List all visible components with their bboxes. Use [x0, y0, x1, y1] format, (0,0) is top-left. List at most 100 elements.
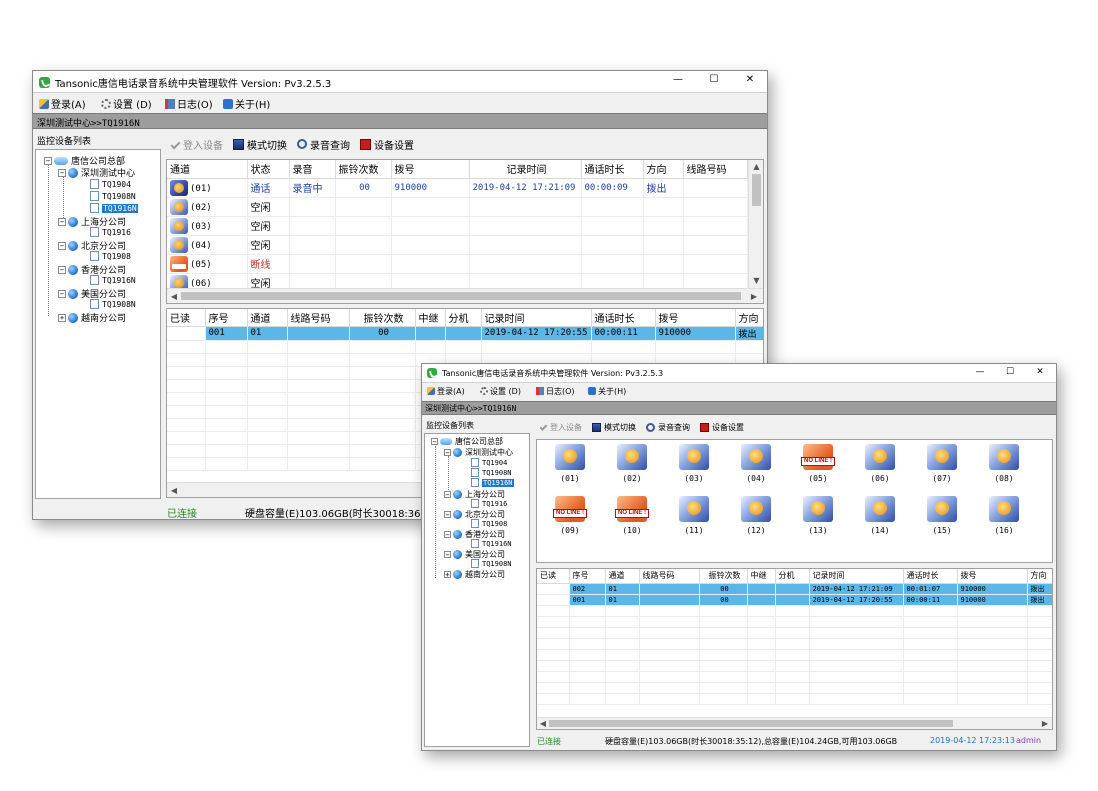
tree-root[interactable]: − 唐信公司总部 [431, 436, 503, 447]
tree-device[interactable]: TQ1916 [90, 227, 131, 237]
channel-tile[interactable]: (02) [609, 444, 655, 483]
column-header[interactable]: 序号 [569, 569, 606, 584]
collapse-icon[interactable]: − [58, 265, 66, 274]
table-row[interactable] [537, 627, 1052, 639]
column-header[interactable]: 拨号 [957, 569, 1028, 584]
mode-switch-button[interactable]: 模式切换 [233, 137, 287, 152]
close-button[interactable]: ✕ [1028, 367, 1052, 377]
tree-device[interactable]: TQ1908 [90, 251, 131, 261]
column-header[interactable]: 记录时间 [469, 160, 582, 179]
scroll-thumb[interactable] [752, 174, 761, 206]
column-header[interactable]: 方向 [1027, 569, 1052, 584]
column-header[interactable]: 通话时长 [591, 309, 656, 327]
menu-log[interactable]: 日志(O) [536, 386, 575, 397]
menu-log[interactable]: 日志(O) [165, 96, 213, 111]
column-header[interactable]: 通道 [247, 309, 288, 327]
table-row[interactable] [537, 660, 1052, 672]
collapse-icon[interactable]: − [58, 217, 66, 226]
channel-tile[interactable]: (15) [919, 496, 965, 535]
vertical-scrollbar[interactable]: ▲ ▼ [748, 160, 763, 288]
maximize-button[interactable]: ☐ [699, 74, 729, 85]
column-header[interactable]: 通道 [605, 569, 640, 584]
table-row[interactable] [537, 616, 1052, 628]
tree-branch[interactable]: + 越南分公司 [58, 311, 126, 324]
channel-tile[interactable]: (12) [733, 496, 779, 535]
channel-tile[interactable]: (11) [671, 496, 717, 535]
maximize-button[interactable]: ☐ [998, 367, 1022, 377]
channel-tile[interactable]: (04) [733, 444, 779, 483]
channel-tile[interactable]: NO LINE ! (05) [795, 444, 841, 483]
collapse-icon[interactable]: − [444, 511, 451, 519]
scroll-left-icon[interactable]: ◀ [169, 292, 179, 301]
tree-branch[interactable]: − 深圳测试中心 [58, 166, 135, 179]
column-header[interactable]: 通话时长 [903, 569, 958, 584]
table-row[interactable]: (05) 断线 [167, 254, 748, 274]
tree-device[interactable]: TQ1904 [471, 458, 507, 467]
channel-tile[interactable]: NO LINE ! (10) [609, 496, 655, 535]
horizontal-scrollbar[interactable]: ◀ ▶ [537, 717, 1052, 729]
column-header[interactable]: 线路号码 [639, 569, 700, 584]
record-query-button[interactable]: 录音查询 [646, 422, 690, 433]
device-settings-button[interactable]: 设备设置 [700, 422, 744, 433]
table-row[interactable] [537, 671, 1052, 683]
tree-device-selected[interactable]: TQ1916N [90, 203, 138, 213]
record-query-button[interactable]: 录音查询 [297, 137, 350, 152]
channel-tile[interactable]: (13) [795, 496, 841, 535]
scroll-thumb[interactable] [549, 720, 953, 727]
table-row[interactable] [537, 649, 1052, 661]
collapse-icon[interactable]: − [44, 156, 52, 165]
horizontal-scrollbar[interactable]: ◀ ▶ [167, 288, 763, 303]
scroll-left-icon[interactable]: ◀ [538, 719, 548, 728]
scroll-down-icon[interactable]: ▼ [749, 276, 763, 285]
column-header[interactable]: 序号 [205, 309, 248, 327]
menu-about[interactable]: 关于(H) [223, 96, 270, 111]
menu-login[interactable]: 登录(A) [39, 96, 86, 111]
menu-login[interactable]: 登录(A) [427, 386, 465, 397]
collapse-icon[interactable]: − [444, 491, 451, 499]
table-row[interactable]: 001 01 00 2019-04-12 17:20:55 00:00:11 9… [167, 326, 763, 341]
channel-tile[interactable]: (14) [857, 496, 903, 535]
column-header[interactable]: 中继 [415, 309, 446, 327]
login-device-button[interactable]: 登入设备 [539, 422, 582, 433]
collapse-icon[interactable]: − [58, 289, 66, 298]
scroll-left-icon[interactable]: ◀ [169, 486, 179, 495]
column-header[interactable]: 线路号码 [683, 160, 748, 179]
channel-tile[interactable]: NO LINE ! (09) [547, 496, 593, 535]
collapse-icon[interactable]: − [58, 168, 66, 177]
login-device-button[interactable]: 登入设备 [170, 137, 223, 152]
tree-device[interactable]: TQ1908N [471, 559, 512, 568]
scroll-right-icon[interactable]: ▶ [1040, 719, 1050, 728]
table-row[interactable]: 001 01 00 2019-04-12 17:20:55 00:00:11 9… [537, 594, 1052, 606]
mode-switch-button[interactable]: 模式切换 [592, 422, 636, 433]
column-header[interactable]: 拨号 [391, 160, 470, 179]
tree-branch[interactable]: + 越南分公司 [444, 569, 505, 580]
table-row[interactable] [167, 340, 763, 354]
table-row[interactable] [537, 682, 1052, 694]
tree-device[interactable]: TQ1908 [471, 519, 507, 528]
column-header[interactable]: 方向 [735, 309, 763, 327]
scroll-right-icon[interactable]: ▶ [749, 292, 759, 301]
column-header[interactable]: 记录时间 [809, 569, 904, 584]
tree-device[interactable]: TQ1908N [90, 299, 136, 309]
collapse-icon[interactable]: − [444, 531, 451, 539]
column-header[interactable]: 已读 [537, 569, 570, 584]
collapse-icon[interactable]: − [444, 449, 451, 457]
column-header[interactable]: 已读 [167, 309, 206, 327]
table-row[interactable]: (03) 空闲 [167, 216, 748, 236]
column-header[interactable]: 分机 [445, 309, 482, 327]
table-row[interactable] [537, 693, 1052, 705]
tree-device[interactable]: TQ1908N [90, 191, 136, 201]
channel-tile[interactable]: (03) [671, 444, 717, 483]
table-row[interactable]: (02) 空闲 [167, 197, 748, 217]
tree-device[interactable]: TQ1916N [471, 539, 512, 548]
menu-settings[interactable]: 设置 (D) [101, 96, 152, 111]
expand-icon[interactable]: + [58, 313, 66, 322]
column-header[interactable]: 方向 [643, 160, 684, 179]
close-button[interactable]: ✕ [735, 74, 765, 85]
tree-branch[interactable]: − 深圳测试中心 [444, 447, 513, 458]
tree-device[interactable]: TQ1916N [90, 275, 136, 285]
expand-icon[interactable]: + [444, 571, 451, 579]
column-header[interactable]: 振铃次数 [349, 309, 416, 327]
menu-about[interactable]: 关于(H) [588, 386, 626, 397]
collapse-icon[interactable]: − [58, 241, 66, 250]
